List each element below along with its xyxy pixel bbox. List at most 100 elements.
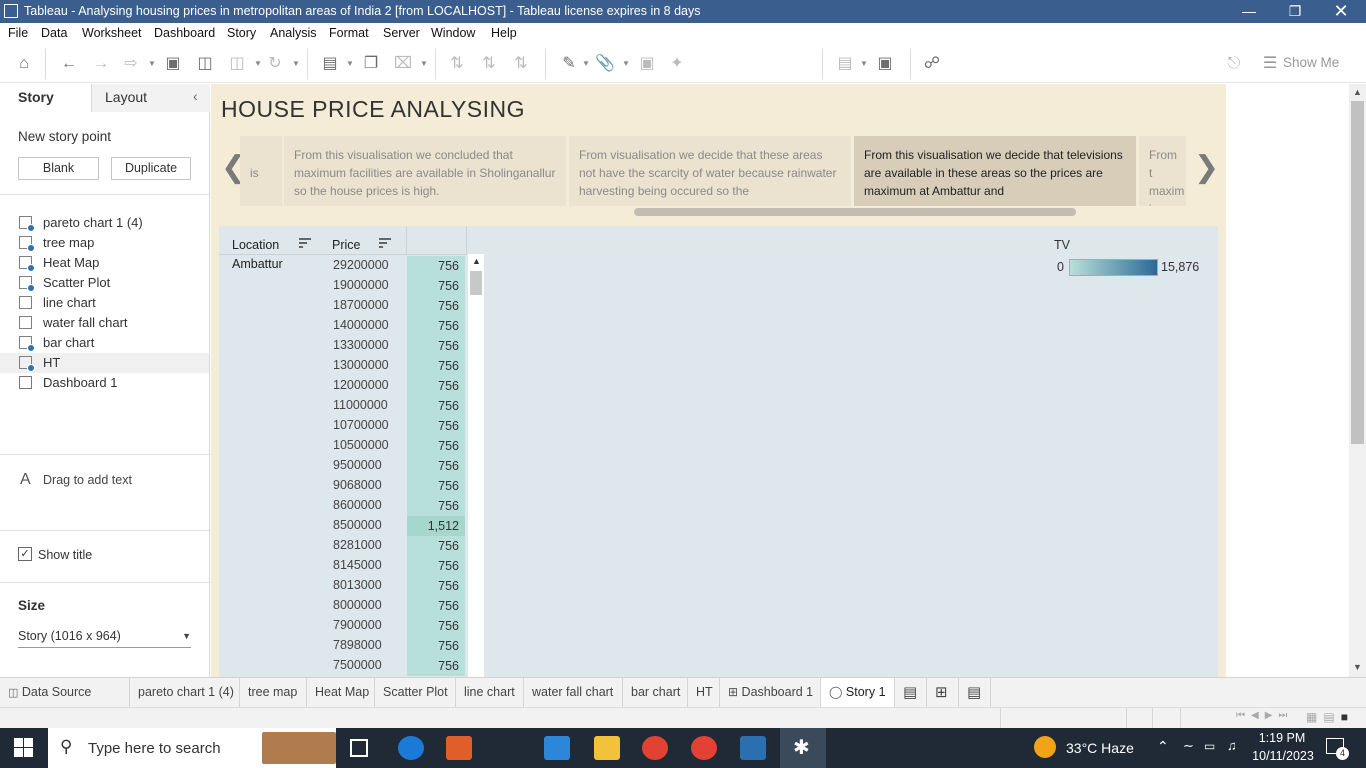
price-cell[interactable]: 9500000: [333, 458, 382, 472]
tv-cell[interactable]: 756: [407, 636, 465, 656]
collapse-pane-icon[interactable]: ‹: [193, 88, 198, 104]
weather-text[interactable]: 33°C Haze: [1066, 740, 1134, 756]
price-cell[interactable]: 8145000: [333, 558, 382, 572]
price-cell[interactable]: 18700000: [333, 298, 389, 312]
tab-story[interactable]: ◯ Story 1: [821, 678, 895, 707]
price-cell[interactable]: 12000000: [333, 378, 389, 392]
taskbar-search[interactable]: ⚲ Type here to search: [48, 728, 336, 768]
menu-worksheet[interactable]: Worksheet: [82, 26, 142, 40]
price-cell[interactable]: 8000000: [333, 598, 382, 612]
menu-format[interactable]: Format: [329, 26, 369, 40]
story-point-card[interactable]: From visualisation we decide that these …: [569, 136, 851, 206]
tab-pareto-chart[interactable]: pareto chart 1 (4): [130, 678, 240, 707]
price-cell[interactable]: 9068000: [333, 478, 382, 492]
undo-icon[interactable]: ←: [58, 53, 80, 75]
story-point-card[interactable]: is: [240, 136, 282, 206]
sheet-item-line-chart[interactable]: line chart: [0, 293, 209, 313]
duplicate-button[interactable]: Duplicate: [111, 157, 191, 180]
tab-heat-map[interactable]: Heat Map: [307, 678, 375, 707]
next-story-point-icon[interactable]: ❯: [1194, 150, 1219, 185]
sort-icon[interactable]: [379, 238, 391, 248]
tv-cell[interactable]: 756: [407, 456, 465, 476]
menu-data[interactable]: Data: [41, 26, 67, 40]
table-scrollbar[interactable]: ▲: [468, 254, 484, 677]
story-point-card-active[interactable]: From this visualisation we decide that t…: [854, 136, 1136, 206]
menu-help[interactable]: Help: [491, 26, 517, 40]
presentation-mode-icon[interactable]: ▣: [874, 53, 896, 75]
tv-cell[interactable]: 756: [407, 476, 465, 496]
price-header[interactable]: Price: [332, 238, 360, 252]
tv-cell[interactable]: 756: [407, 356, 465, 376]
menu-server[interactable]: Server: [383, 26, 420, 40]
new-data-source-icon[interactable]: ◫: [194, 53, 216, 75]
scroll-thumb[interactable]: [1351, 101, 1364, 444]
menu-story[interactable]: Story: [227, 26, 256, 40]
color-legend-ramp[interactable]: [1069, 259, 1158, 276]
tv-cell[interactable]: 756: [407, 576, 465, 596]
pause-updates-icon[interactable]: ◫: [226, 53, 248, 75]
battery-icon[interactable]: ▭: [1204, 739, 1215, 753]
close-button[interactable]: ✕: [1318, 0, 1364, 23]
sheet-item-ht[interactable]: HT: [0, 353, 209, 373]
wifi-icon[interactable]: ∼: [1183, 738, 1194, 754]
labels-icon[interactable]: ▣: [636, 53, 658, 75]
menu-file[interactable]: File: [8, 26, 28, 40]
price-cell[interactable]: 8600000: [333, 498, 382, 512]
tv-cell[interactable]: 756: [407, 436, 465, 456]
new-worksheet-icon[interactable]: ▤: [895, 678, 927, 707]
windows-start-icon[interactable]: [14, 738, 34, 758]
tab-data-source[interactable]: ◫ Data Source: [0, 678, 130, 707]
story-point-card[interactable]: From this visualisation we concluded tha…: [284, 136, 566, 206]
clear-sheet-icon[interactable]: ⌧: [392, 53, 414, 75]
duplicate-sheet-icon[interactable]: ❐: [360, 53, 382, 75]
tv-cell[interactable]: 756: [407, 276, 465, 296]
tv-cell[interactable]: 756: [407, 336, 465, 356]
story-point-card[interactable]: From t maxim in Amb: [1139, 136, 1186, 206]
price-cell[interactable]: 8013000: [333, 578, 382, 592]
price-cell[interactable]: 13300000: [333, 338, 389, 352]
new-story-icon[interactable]: ▤: [959, 678, 991, 707]
file-explorer-icon[interactable]: [594, 736, 620, 760]
weather-icon[interactable]: [1034, 736, 1056, 758]
sheet-item-pareto-chart[interactable]: pareto chart 1 (4): [0, 213, 209, 233]
chrome-profile-icon[interactable]: [691, 736, 717, 760]
tab-dashboard[interactable]: ⊞ Dashboard 1: [720, 678, 821, 707]
chevron-down-icon[interactable]: ▼: [148, 53, 156, 75]
sheet-item-dashboard[interactable]: Dashboard 1: [0, 373, 209, 393]
sheet-item-scatter-plot[interactable]: Scatter Plot: [0, 273, 209, 293]
tv-cell[interactable]: 756: [407, 376, 465, 396]
chevron-down-icon[interactable]: ▼: [420, 53, 428, 75]
price-cell[interactable]: 29200000: [333, 258, 389, 272]
chevron-down-icon[interactable]: ▼: [346, 53, 354, 75]
replay-icon[interactable]: ⇨: [120, 53, 142, 75]
tv-cell[interactable]: 756: [407, 556, 465, 576]
tab-water-fall-chart[interactable]: water fall chart: [524, 678, 623, 707]
tv-cell[interactable]: 756: [407, 536, 465, 556]
show-me-label[interactable]: Show Me: [1283, 55, 1339, 70]
format-painter-icon[interactable]: ⎋: [1223, 53, 1245, 75]
sort-icon[interactable]: [299, 238, 311, 248]
sort-descending-icon[interactable]: ⇅: [510, 53, 532, 75]
tab-scatter-plot[interactable]: Scatter Plot: [375, 678, 456, 707]
chevron-down-icon[interactable]: ▼: [622, 53, 630, 75]
chevron-down-icon[interactable]: ▼: [582, 53, 590, 75]
swap-icon[interactable]: ⇅: [446, 53, 468, 75]
share-icon[interactable]: ☍: [921, 53, 943, 75]
tab-tree-map[interactable]: tree map: [240, 678, 307, 707]
tableau-taskbar-icon[interactable]: ✱: [780, 728, 826, 768]
view-mode-icons[interactable]: ▦▤■: [1306, 710, 1354, 724]
tv-cell[interactable]: 756: [407, 656, 465, 676]
scroll-up-icon[interactable]: ▲: [472, 256, 481, 266]
refresh-icon[interactable]: ↻: [264, 53, 286, 75]
sheet-item-tree-map[interactable]: tree map: [0, 233, 209, 253]
price-cell[interactable]: 8500000: [333, 518, 382, 532]
tv-cell[interactable]: 756: [407, 416, 465, 436]
home-icon[interactable]: ⌂: [13, 53, 35, 75]
tv-cell[interactable]: 756: [407, 296, 465, 316]
sheet-navigation-icons[interactable]: ⏮◀▶⏭: [1236, 710, 1293, 721]
show-title-checkbox[interactable]: ✓: [18, 547, 32, 561]
price-cell[interactable]: 10500000: [333, 438, 389, 452]
price-cell[interactable]: 8281000: [333, 538, 382, 552]
task-view-icon[interactable]: [350, 739, 368, 757]
tab-bar-chart[interactable]: bar chart: [623, 678, 688, 707]
